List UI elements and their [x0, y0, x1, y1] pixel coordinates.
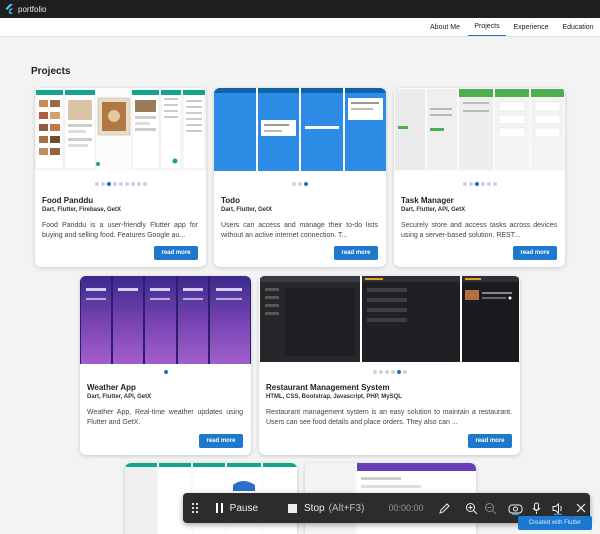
top-nav: About Me Projects Experience Education [0, 18, 600, 36]
created-with-flutter-badge[interactable]: Created with Flutter [518, 516, 592, 530]
project-screenshot[interactable] [214, 88, 386, 171]
microphone-icon[interactable] [528, 499, 545, 517]
project-description: Users can access and manage their to-do … [221, 222, 378, 239]
stop-icon [288, 503, 298, 513]
project-card-food-panddu: Food Panddu Dart, Flutter, Firebase, Get… [35, 88, 206, 267]
pause-button[interactable]: Pause [215, 502, 259, 514]
read-more-button[interactable]: read more [154, 246, 198, 260]
project-tech: Dart, Flutter, Firebase, GetX [42, 207, 122, 213]
read-more-button[interactable]: read more [199, 434, 243, 448]
read-more-button[interactable]: read more [513, 246, 557, 260]
project-description: Restaurant management system is an easy … [266, 409, 512, 426]
nav-education[interactable]: Education [557, 18, 599, 36]
carousel-dots[interactable] [259, 370, 520, 374]
drag-handle-icon[interactable] [192, 503, 200, 513]
speaker-icon[interactable] [550, 499, 567, 517]
project-screenshot[interactable] [80, 276, 251, 364]
project-card-todo: Todo Dart, Flutter, GetX Users can acces… [214, 88, 386, 267]
project-description: Weather App, Real-time weather updates u… [87, 409, 243, 426]
nav-divider [0, 36, 600, 37]
project-description: Securely store and access tasks across d… [401, 222, 557, 239]
webcam-icon[interactable] [507, 499, 524, 517]
project-screenshot[interactable] [259, 276, 520, 364]
stop-shortcut: (Alt+F3) [328, 502, 365, 514]
carousel-dots[interactable] [35, 182, 206, 186]
carousel-dots[interactable] [80, 370, 251, 374]
window-titlebar: portfolio [0, 0, 600, 18]
zoom-in-icon[interactable] [463, 499, 480, 517]
project-title: Todo [221, 196, 240, 205]
project-card-task-manager: Task Manager Dart, Flutter, API, GetX Se… [394, 88, 565, 267]
zoom-out-icon[interactable] [482, 499, 499, 517]
window-title: portfolio [18, 4, 47, 14]
read-more-button[interactable]: read more [334, 246, 378, 260]
nav-projects[interactable]: Projects [468, 18, 506, 36]
stop-button[interactable]: Stop (Alt+F3) [288, 503, 364, 514]
project-screenshot[interactable] [394, 88, 565, 171]
project-screenshot[interactable] [35, 88, 206, 171]
project-description: Food Panddu is a user-friendly Flutter a… [42, 222, 198, 239]
nav-about-me[interactable]: About Me [424, 18, 466, 36]
project-card-weather-app: Weather App Dart, Flutter, API, GetX Wea… [80, 276, 251, 455]
pen-icon[interactable] [435, 499, 452, 517]
recording-timer: 00:00:00 [388, 503, 424, 513]
carousel-dots[interactable] [394, 182, 565, 186]
project-tech: HTML, CSS, Bootstrap, Javascript, PHP, M… [266, 394, 402, 400]
project-tech: Dart, Flutter, API, GetX [87, 394, 152, 400]
carousel-dots[interactable] [214, 182, 386, 186]
project-card-restaurant-management-system: Restaurant Management System HTML, CSS, … [259, 276, 520, 455]
stop-label: Stop [304, 502, 325, 514]
close-icon[interactable] [573, 499, 590, 517]
project-title: Restaurant Management System [266, 383, 390, 392]
project-title: Task Manager [401, 196, 454, 205]
read-more-button[interactable]: read more [468, 434, 512, 448]
project-tech: Dart, Flutter, GetX [221, 207, 273, 213]
project-title: Weather App [87, 383, 136, 392]
project-tech: Dart, Flutter, API, GetX [401, 207, 466, 213]
nav-experience[interactable]: Experience [509, 18, 553, 36]
pause-label: Pause [229, 502, 259, 514]
section-title: Projects [31, 66, 71, 77]
flutter-logo-icon [5, 4, 13, 14]
project-title: Food Panddu [42, 196, 94, 205]
pause-icon [215, 503, 223, 513]
